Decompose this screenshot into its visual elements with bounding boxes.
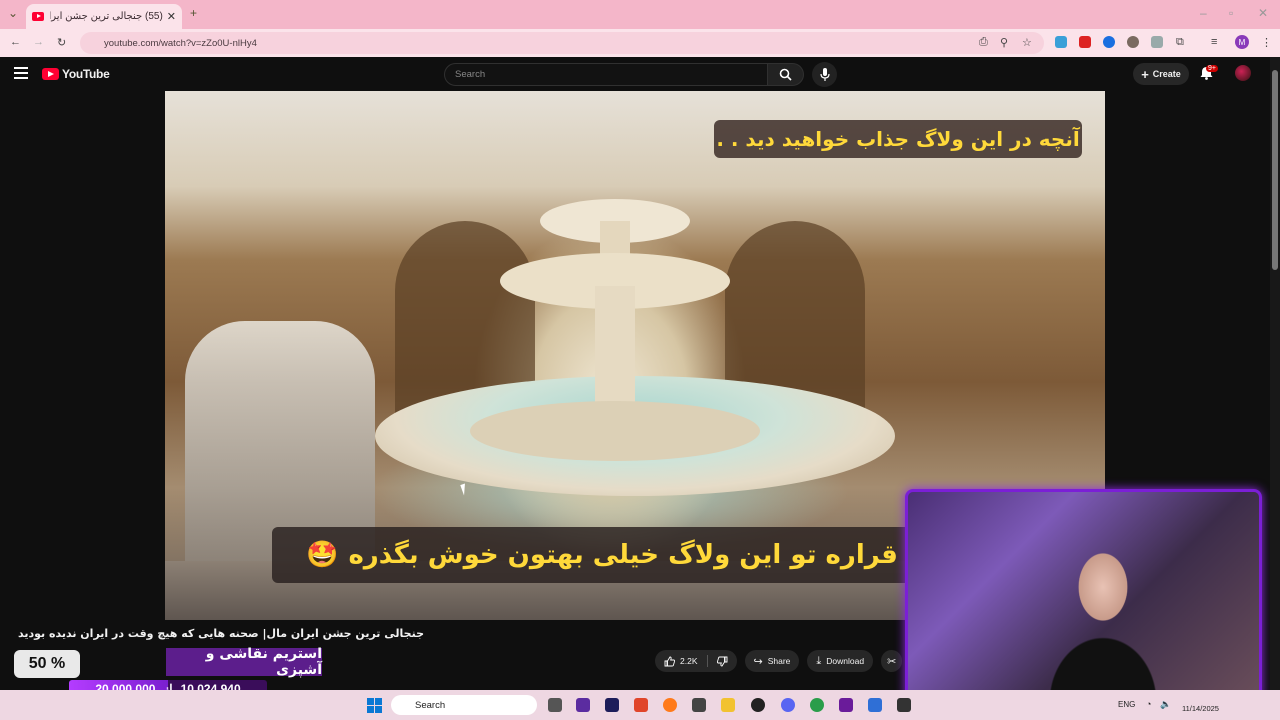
taskbar-date[interactable]: 11/14/2025	[1182, 704, 1219, 713]
extensions-puzzle-icon[interactable]: ⧉	[1176, 36, 1184, 49]
share-icon: ↪	[753, 655, 763, 668]
extension-shield-icon[interactable]	[1151, 36, 1163, 48]
video-caption-top: آنچه در این ولاگ جذاب خواهید دید . .	[714, 120, 1082, 158]
video-title: جنجالی ترین جشن ایران مال| صحنه هایی که …	[18, 627, 424, 640]
video-caption-bottom: قراره تو این ولاگ خیلی بهتون خوش بگذره 🤩	[272, 527, 932, 583]
stream-title-banner: استریم نقاشی و آشپزی	[166, 646, 322, 678]
app-unity-icon[interactable]	[692, 698, 706, 712]
forward-icon[interactable]: →	[33, 36, 44, 48]
app-vscode-icon[interactable]	[868, 698, 882, 712]
download-icon: ⤓	[816, 654, 822, 667]
app-chrome-icon[interactable]	[810, 698, 824, 712]
youtube-logo-text: YouTube	[62, 67, 110, 81]
share-label: Share	[767, 656, 791, 666]
like-divider	[706, 655, 708, 667]
tab-search-icon[interactable]: ⌄	[8, 6, 18, 20]
app-file-explorer-icon[interactable]	[721, 698, 735, 712]
scrollbar-thumb[interactable]	[1272, 70, 1278, 270]
mic-icon	[819, 68, 830, 81]
video-actions: 2.2K ↪ Share ⤓ Download ✂	[655, 650, 903, 672]
app-discord-icon[interactable]	[781, 698, 795, 712]
like-button[interactable]: 2.2K	[655, 650, 737, 672]
video-scene-fountain	[470, 199, 760, 461]
close-window-icon[interactable]: ✕	[1258, 6, 1268, 20]
starstruck-emoji: 🤩	[306, 540, 339, 570]
create-label: Create	[1152, 69, 1181, 79]
youtube-header: YouTube Search + Create 9+	[0, 57, 1280, 91]
share-button[interactable]: ↪ Share	[744, 650, 800, 672]
address-bar[interactable]: youtube.com/watch?v=zZo0U-nlHy4	[80, 32, 1044, 54]
install-app-icon[interactable]: ⎙	[979, 36, 988, 49]
new-tab-icon[interactable]: +	[190, 6, 197, 20]
clip-button[interactable]: ✂	[881, 650, 903, 672]
taskbar-search[interactable]: Search	[391, 695, 537, 715]
youtube-play-icon	[42, 68, 59, 80]
browser-toolbar: ← → ↻ youtube.com/watch?v=zZo0U-nlHy4 ⎙ …	[0, 29, 1280, 57]
voice-search-button[interactable]	[812, 62, 837, 87]
close-tab-icon[interactable]: ✕	[167, 10, 176, 23]
download-label: Download	[826, 656, 865, 666]
app-r-icon[interactable]	[839, 698, 853, 712]
download-button[interactable]: ⤓ Download	[807, 650, 874, 672]
browser-tab[interactable]: (55) جنجالی ترین جشن ایران مال ✕	[26, 4, 182, 29]
keyboard-language[interactable]: ENG	[1118, 700, 1135, 709]
extension-red-icon[interactable]	[1079, 36, 1091, 48]
stream-percent-badge: 50 %	[14, 650, 80, 678]
url-text: youtube.com/watch?v=zZo0U-nlHy4	[104, 37, 257, 49]
streamer-webcam	[905, 489, 1262, 702]
app-pdf-icon[interactable]	[634, 698, 648, 712]
profile-avatar[interactable]: M	[1235, 35, 1249, 49]
wifi-icon[interactable]: ◔	[1146, 699, 1151, 709]
taskbar-search-label: Search	[415, 699, 446, 711]
search-icon	[779, 68, 792, 81]
back-icon[interactable]: ←	[10, 36, 21, 48]
app-terminal-icon[interactable]	[897, 698, 911, 712]
like-count: 2.2K	[680, 656, 698, 666]
browser-menu-icon[interactable]: ⋮	[1261, 36, 1272, 49]
reload-icon[interactable]: ↻	[57, 36, 66, 49]
bookmark-star-icon[interactable]: ☆	[1022, 36, 1032, 49]
search-button[interactable]	[767, 63, 804, 86]
tab-search-list-icon[interactable]: ≡	[1211, 36, 1217, 48]
youtube-favicon-icon	[32, 12, 44, 21]
like-icon	[664, 656, 675, 666]
windows-icon[interactable]	[367, 698, 382, 713]
extension-cookie-icon[interactable]	[1127, 36, 1139, 48]
zoom-icon[interactable]: ⚲	[1000, 36, 1008, 49]
plus-icon: +	[1141, 66, 1149, 82]
menu-icon[interactable]	[14, 67, 28, 79]
dislike-icon[interactable]	[716, 656, 728, 667]
app-obs-icon[interactable]	[751, 698, 765, 712]
minimize-icon[interactable]: –	[1200, 6, 1207, 20]
tab-title: (55) جنجالی ترین جشن ایران مال	[50, 11, 163, 22]
search-input[interactable]: Search	[444, 63, 768, 86]
app-firefox-icon[interactable]	[663, 698, 677, 712]
streamer-figure	[1028, 532, 1178, 699]
extension-blue-icon[interactable]	[1103, 36, 1115, 48]
video-caption-bottom-text: قراره تو این ولاگ خیلی بهتون خوش بگذره	[348, 540, 898, 570]
maximize-icon[interactable]: ▫	[1229, 6, 1233, 20]
windows-taskbar: Search ENG ◔ 🔈 11/14/2025	[0, 690, 1280, 720]
notification-badge: 9+	[1206, 65, 1218, 72]
browser-tab-strip: ⌄ (55) جنجالی ترین جشن ایران مال ✕ + – ▫…	[0, 0, 1280, 29]
task-view-icon[interactable]	[548, 698, 562, 712]
app-premiere-icon[interactable]	[605, 698, 619, 712]
extension-translate-icon[interactable]	[1055, 36, 1067, 48]
account-avatar[interactable]	[1235, 65, 1251, 81]
create-button[interactable]: + Create	[1133, 63, 1189, 85]
youtube-logo[interactable]: YouTube	[42, 67, 110, 81]
clip-icon: ✂	[887, 655, 897, 668]
volume-icon[interactable]: 🔈	[1160, 699, 1171, 710]
app-visual-studio-icon[interactable]	[576, 698, 590, 712]
